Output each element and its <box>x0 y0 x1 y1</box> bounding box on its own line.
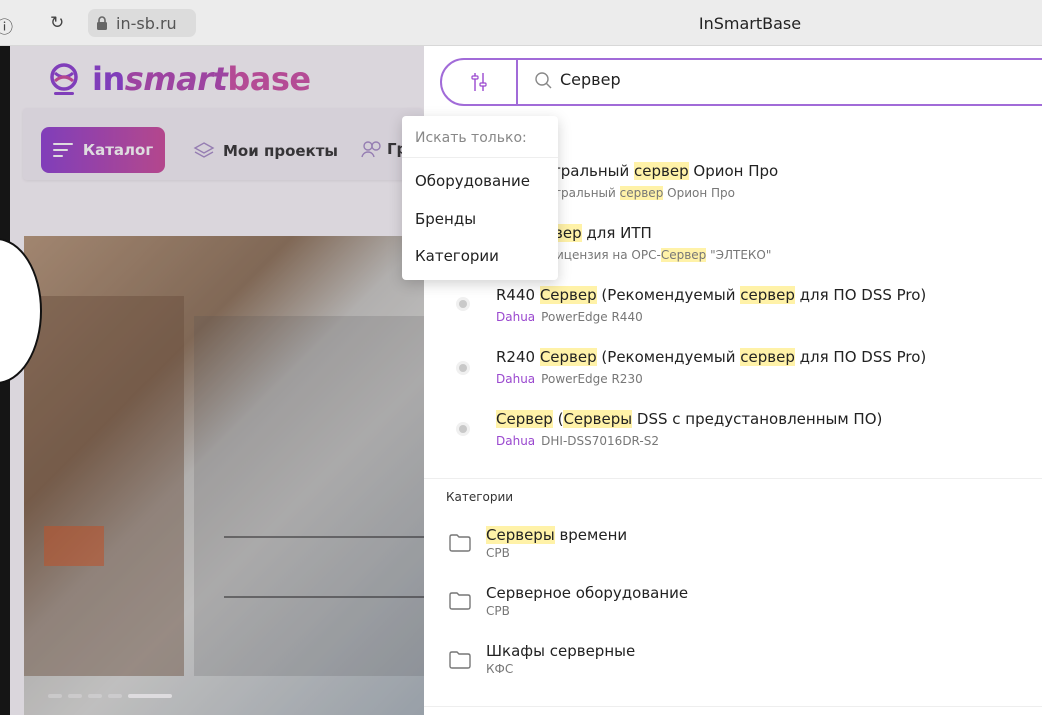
categories-section-title: Категории <box>446 490 514 504</box>
category-title: Серверное оборудование <box>486 584 689 602</box>
section-divider <box>424 706 1042 707</box>
result-title: вер для ИТП <box>554 224 652 242</box>
filter-option-equipment[interactable]: Оборудование <box>415 172 530 190</box>
reload-icon[interactable]: ↻ <box>50 13 64 33</box>
result-subtitle: тральный сервер Орион Про <box>554 186 735 200</box>
sliders-icon <box>471 73 487 91</box>
overlay-dim <box>10 46 424 715</box>
lock-icon <box>97 16 107 30</box>
result-title: тральный сервер Орион Про <box>552 162 779 180</box>
search-bar <box>440 58 1042 106</box>
address-bar[interactable]: in-sb.ru <box>88 9 196 37</box>
result-title: Сервер (Серверы DSS с предустановленным … <box>496 410 883 428</box>
category-title: Шкафы серверные <box>486 642 636 660</box>
category-code: СРВ <box>486 546 510 560</box>
info-icon[interactable]: ⓘ <box>0 13 13 38</box>
search-filter-button[interactable] <box>442 60 518 104</box>
browser-toolbar: ⓘ ↻ in-sb.ru InSmartBase <box>0 0 1042 46</box>
search-filter-dropdown: Искать только: Оборудование Бренды Катег… <box>402 116 558 280</box>
dropdown-divider <box>402 157 558 158</box>
search-icon <box>535 71 552 88</box>
category-code: КФС <box>486 662 514 676</box>
url-text: in-sb.ru <box>116 13 177 33</box>
result-subtitle: Dahua PowerEdge R230 <box>496 372 643 386</box>
filter-option-categories[interactable]: Категории <box>415 247 499 265</box>
category-code: СРВ <box>486 604 510 618</box>
list-item[interactable]: R440 Сервер (Рекомендуемый сервер для ПО… <box>424 286 1042 324</box>
filter-option-brands[interactable]: Бренды <box>415 210 476 228</box>
list-item[interactable]: Сервер (Серверы DSS с предустановленным … <box>424 410 1042 448</box>
result-title: R240 Сервер (Рекомендуемый сервер для ПО… <box>496 348 927 366</box>
list-item[interactable]: Шкафы серверные КФС <box>424 642 1042 676</box>
list-item[interactable]: Серверы времени СРВ <box>424 526 1042 560</box>
list-item[interactable]: Серверное оборудование СРВ <box>424 584 1042 618</box>
result-subtitle: ицензия на ОРС-Сервер "ЭЛТЕКО" <box>556 248 772 262</box>
list-item[interactable]: R240 Сервер (Рекомендуемый сервер для ПО… <box>424 348 1042 386</box>
filter-dropdown-header: Искать только: <box>415 130 527 146</box>
result-title: R440 Сервер (Рекомендуемый сервер для ПО… <box>496 286 927 304</box>
result-subtitle: Dahua DHI-DSS7016DR-S2 <box>496 434 659 448</box>
section-divider <box>424 478 1042 479</box>
category-title: Серверы времени <box>486 526 628 544</box>
search-input[interactable] <box>560 70 940 89</box>
result-subtitle: Dahua PowerEdge R440 <box>496 310 643 324</box>
search-input-wrap[interactable] <box>534 70 940 89</box>
